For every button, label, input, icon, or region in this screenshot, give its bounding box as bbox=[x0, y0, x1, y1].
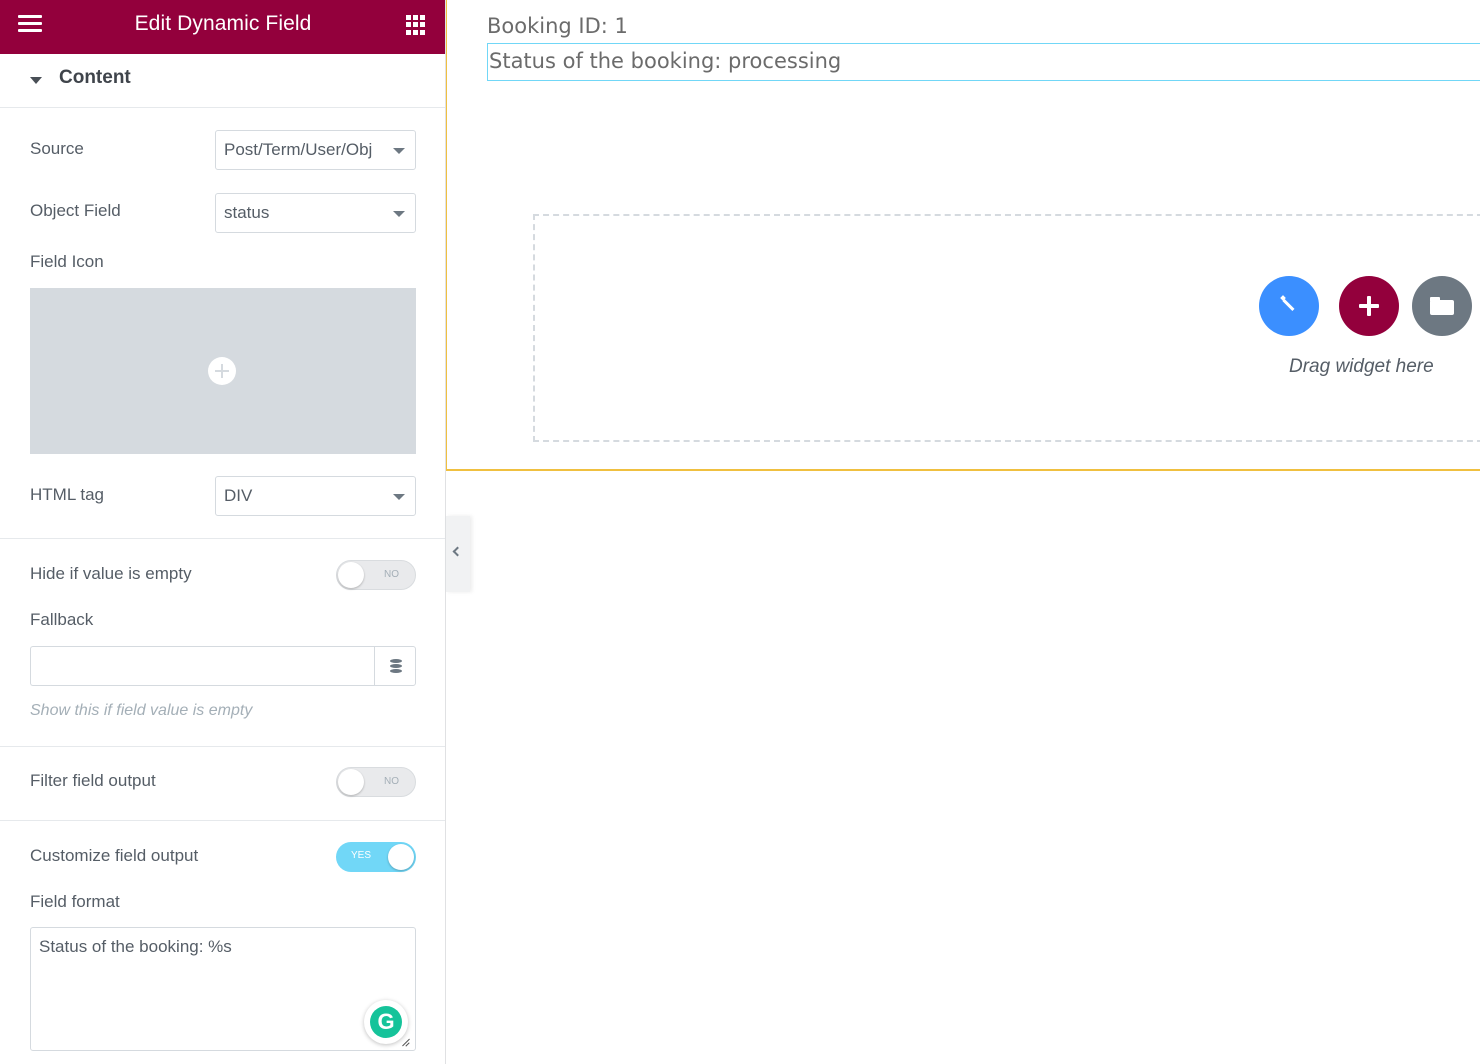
customize-output-label: Customize field output bbox=[30, 846, 199, 865]
divider bbox=[0, 746, 445, 747]
fallback-label: Fallback bbox=[30, 610, 94, 629]
divider bbox=[0, 820, 445, 821]
divider bbox=[0, 538, 445, 539]
hide-if-empty-switch[interactable]: NO bbox=[336, 560, 416, 590]
database-icon bbox=[390, 659, 402, 674]
fallback-input[interactable] bbox=[30, 646, 375, 686]
widget-drop-zone[interactable]: Drag widget here bbox=[533, 214, 1480, 442]
content-section-toggle[interactable]: Content bbox=[0, 54, 445, 108]
object-field-select[interactable]: status bbox=[215, 193, 416, 233]
add-section-button[interactable] bbox=[1339, 276, 1399, 336]
chevron-left-icon bbox=[452, 546, 463, 557]
switch-knob bbox=[338, 562, 364, 588]
chevron-down-icon bbox=[393, 148, 405, 154]
magic-wand-icon bbox=[1282, 298, 1295, 312]
field-icon-label: Field Icon bbox=[30, 252, 104, 271]
dynamic-field-widget[interactable]: Status of the booking: processing bbox=[487, 43, 1480, 81]
field-format-textarea[interactable]: Status of the booking: %s bbox=[30, 927, 416, 1051]
chevron-down-icon bbox=[393, 494, 405, 500]
object-field-value: status bbox=[224, 203, 270, 222]
ai-magic-button[interactable] bbox=[1259, 276, 1319, 336]
editor-panel: Edit Dynamic Field Content Source Post/T… bbox=[0, 0, 446, 1064]
widgets-grid-icon[interactable] bbox=[406, 15, 426, 35]
drag-widget-text: Drag widget here bbox=[1289, 356, 1434, 377]
field-format-label: Field format bbox=[30, 892, 120, 911]
grammarly-icon: G bbox=[370, 1006, 402, 1038]
status-text: Status of the booking: processing bbox=[489, 49, 842, 73]
html-tag-value: DIV bbox=[224, 486, 253, 505]
dynamic-tags-button[interactable] bbox=[374, 646, 416, 686]
html-tag-select[interactable]: DIV bbox=[215, 476, 416, 516]
folder-icon bbox=[1430, 297, 1454, 315]
source-label: Source bbox=[30, 139, 84, 158]
source-select[interactable]: Post/Term/User/Obj bbox=[215, 130, 416, 170]
template-library-button[interactable] bbox=[1412, 276, 1472, 336]
switch-knob bbox=[338, 769, 364, 795]
add-icon[interactable] bbox=[208, 357, 236, 385]
field-format-value: Status of the booking: %s bbox=[39, 937, 232, 956]
panel-title: Edit Dynamic Field bbox=[134, 12, 312, 35]
caret-down-icon bbox=[30, 77, 42, 84]
object-field-label: Object Field bbox=[30, 201, 121, 220]
switch-state: NO bbox=[384, 569, 399, 580]
section-title: Content bbox=[59, 67, 131, 88]
preview-section[interactable]: Booking ID: 1 Status of the booking: pro… bbox=[446, 0, 1480, 471]
field-icon-picker[interactable] bbox=[30, 288, 416, 454]
source-select-value: Post/Term/User/Obj bbox=[224, 140, 373, 159]
collapse-panel-button[interactable] bbox=[446, 516, 470, 592]
html-tag-label: HTML tag bbox=[30, 485, 105, 504]
switch-state: YES bbox=[351, 850, 372, 861]
plus-icon-stroke bbox=[1367, 296, 1371, 316]
booking-id-text: Booking ID: 1 bbox=[487, 14, 628, 38]
resize-handle-icon[interactable] bbox=[399, 1036, 411, 1048]
fallback-help-text: Show this if field value is empty bbox=[30, 702, 253, 719]
panel-header: Edit Dynamic Field bbox=[0, 0, 445, 54]
chevron-down-icon bbox=[393, 211, 405, 217]
customize-output-switch[interactable]: YES bbox=[336, 842, 416, 872]
switch-state: NO bbox=[384, 776, 399, 787]
filter-output-label: Filter field output bbox=[30, 771, 156, 790]
switch-knob bbox=[388, 844, 414, 870]
filter-output-switch[interactable]: NO bbox=[336, 767, 416, 797]
hide-if-empty-label: Hide if value is empty bbox=[30, 564, 192, 583]
folder-icon-body bbox=[1430, 300, 1454, 315]
